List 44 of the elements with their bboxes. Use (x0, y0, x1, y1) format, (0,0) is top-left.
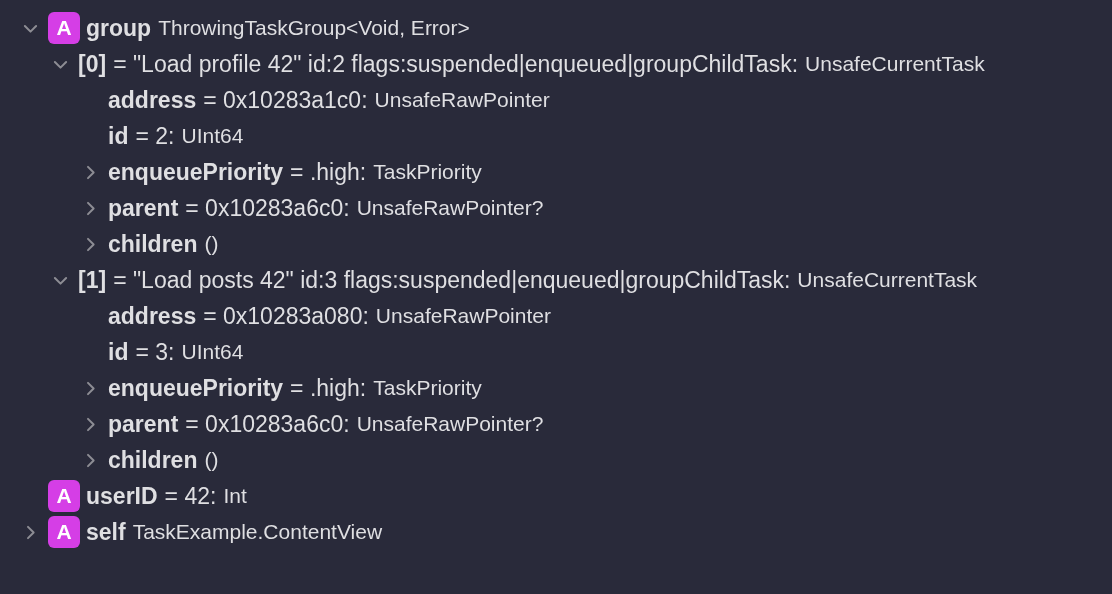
variable-name: children (108, 230, 198, 258)
variable-name: id (108, 338, 129, 366)
variable-type: UnsafeRawPointer? (356, 412, 544, 436)
variable-type: UnsafeCurrentTask (797, 268, 978, 292)
variable-type: () (204, 232, 219, 256)
variable-name: self (86, 518, 126, 546)
variable-value: = 2: (135, 122, 175, 150)
variable-name: id (108, 122, 129, 150)
variable-value: = 0x10283a080: (203, 302, 369, 330)
variable-name: enqueuePriority (108, 158, 284, 186)
variable-type: UnsafeRawPointer (374, 88, 550, 112)
variable-type: ThrowingTaskGroup<Void, Error> (158, 16, 470, 40)
variable-name: userID (86, 482, 158, 510)
variable-badge: A (48, 516, 80, 548)
variable-value: = 42: (164, 482, 217, 510)
variable-type: UInt64 (181, 124, 244, 148)
variable-value: = 0x10283a6c0: (185, 194, 350, 222)
variable-name: address (108, 302, 197, 330)
variable-type: TaskPriority (373, 376, 482, 400)
variable-value: = .high: (290, 158, 367, 186)
variable-badge: A (48, 480, 80, 512)
variable-name: [1] (78, 266, 107, 294)
variable-name: enqueuePriority (108, 374, 284, 402)
variable-value: = .high: (290, 374, 367, 402)
variable-name: address (108, 86, 197, 114)
variable-type: UInt64 (181, 340, 244, 364)
variable-value: = 0x10283a1c0: (203, 86, 368, 114)
variable-type: UnsafeRawPointer? (356, 196, 544, 220)
variable-type: UnsafeCurrentTask (805, 52, 985, 76)
variable-value: = "Load posts 42" id:3 flags:suspended|enqueued|groupChildTask: (113, 266, 791, 294)
variable-name: children (108, 446, 198, 474)
variable-value: = "Load profile 42" id:2 flags:suspended|enqueued|groupChildTask: (113, 50, 799, 78)
variable-type: () (204, 448, 219, 472)
variable-type: TaskPriority (373, 160, 482, 184)
variable-name: parent (108, 410, 179, 438)
variable-value: = 0x10283a6c0: (185, 410, 350, 438)
variable-name: group (86, 14, 152, 42)
variable-type: Int (223, 484, 247, 508)
variable-badge: A (48, 12, 80, 44)
variable-type: UnsafeRawPointer (375, 304, 551, 328)
variable-type: TaskExample.ContentView (132, 520, 383, 544)
variable-name: parent (108, 194, 179, 222)
variable-name: [0] (78, 50, 107, 78)
variable-value: = 3: (135, 338, 175, 366)
